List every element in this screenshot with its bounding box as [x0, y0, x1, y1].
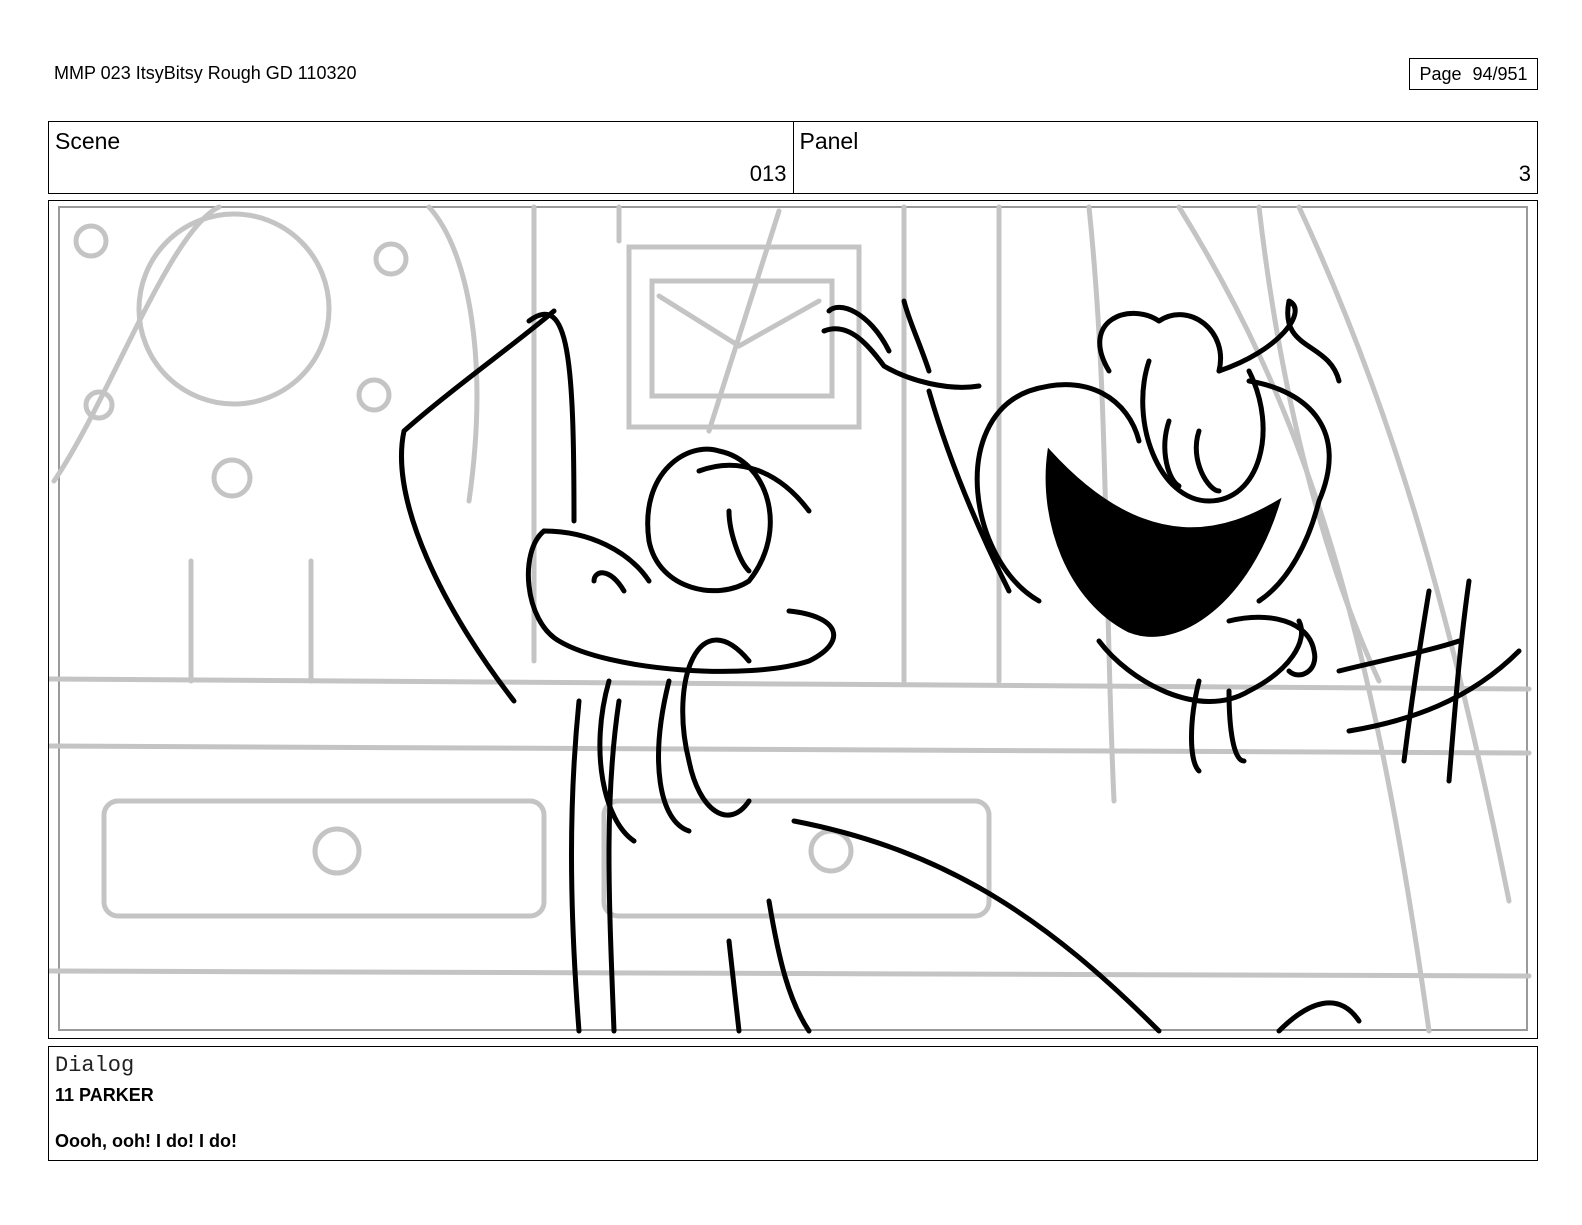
storyboard-sketch: [49, 204, 1532, 1034]
document-title: MMP 023 ItsyBitsy Rough GD 110320: [54, 63, 357, 83]
scene-panel-header: Scene 013 Panel 3: [48, 121, 1538, 194]
scene-label: Scene: [55, 128, 121, 154]
open-mouth-sketch: [1045, 447, 1282, 637]
page-label: Page: [1419, 63, 1462, 84]
character-parker-sketch: [399, 308, 1362, 1034]
scene-cell: Scene 013: [49, 122, 793, 193]
panel-number: 3: [1518, 161, 1531, 186]
page-number: 94/951: [1472, 63, 1528, 84]
scene-number: 013: [749, 161, 787, 186]
storyboard-frame: [48, 200, 1538, 1039]
dialog-speaker: 11 PARKER: [55, 1085, 154, 1105]
dialog-box: Dialog 11 PARKER Oooh, ooh! I do! I do!: [48, 1046, 1538, 1161]
page-indicator: Page 94/951: [1409, 58, 1538, 90]
dialog-label: Dialog: [55, 1053, 135, 1078]
panel-cell: Panel 3: [792, 122, 1538, 193]
dialog-line: Oooh, ooh! I do! I do!: [55, 1131, 237, 1151]
panel-label: Panel: [799, 128, 859, 154]
background-layout: [49, 204, 1532, 1034]
